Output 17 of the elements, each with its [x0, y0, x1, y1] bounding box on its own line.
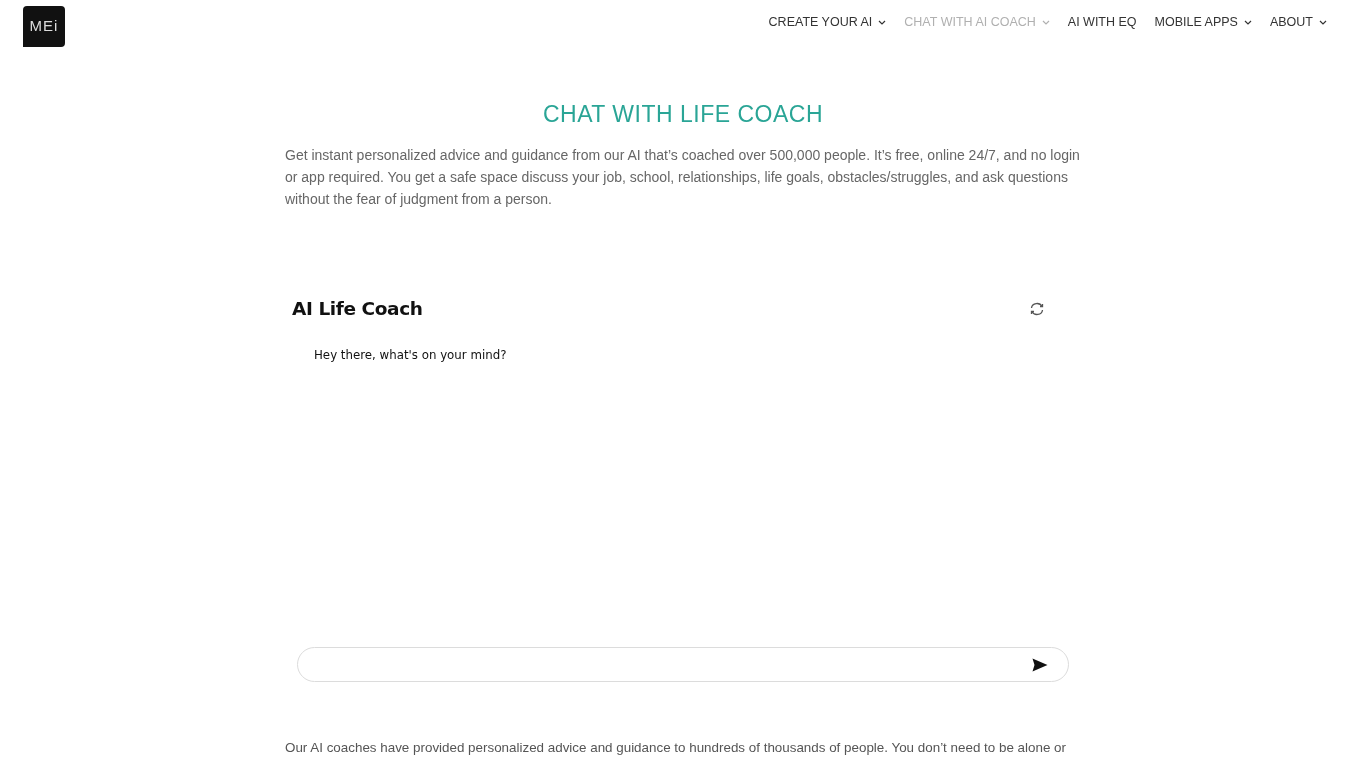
body-paragraph: Our AI coaches have provided personalized advice and guidance to hundreds of thousands of people. You don’t need to be alone or [285, 739, 1066, 757]
logo[interactable]: MEi [23, 6, 65, 47]
send-button[interactable] [1032, 657, 1048, 672]
send-icon [1032, 657, 1048, 672]
nav-link[interactable]: ABOUT [1269, 15, 1327, 29]
chevron-down-icon [878, 19, 887, 25]
refresh-icon[interactable] [1029, 302, 1045, 316]
chevron-down-icon [1243, 19, 1252, 25]
chat-title: AI Life Coach [292, 297, 423, 321]
chat-message: Hey there, what's on your mind? [314, 347, 507, 364]
chevron-down-icon [1319, 19, 1327, 25]
page-title: CHAT WITH LIFE COACH [541, 100, 825, 128]
nav-link[interactable]: AI WITH EQ [1067, 15, 1137, 29]
nav-link[interactable]: CREATE YOUR AI [768, 15, 887, 29]
intro-paragraph: Get instant personalized advice and guidance from our AI that’s coached over 500,000 people. It’s free, online 24/7, and no login or app required. You get a safe space discuss your job, school, relationships, life goals, obstacles/struggles, and ask questions without the fear of judgment from a person. [285, 146, 1081, 209]
nav-link[interactable]: MOBILE APPS [1154, 15, 1252, 29]
chevron-down-icon [1041, 19, 1050, 25]
